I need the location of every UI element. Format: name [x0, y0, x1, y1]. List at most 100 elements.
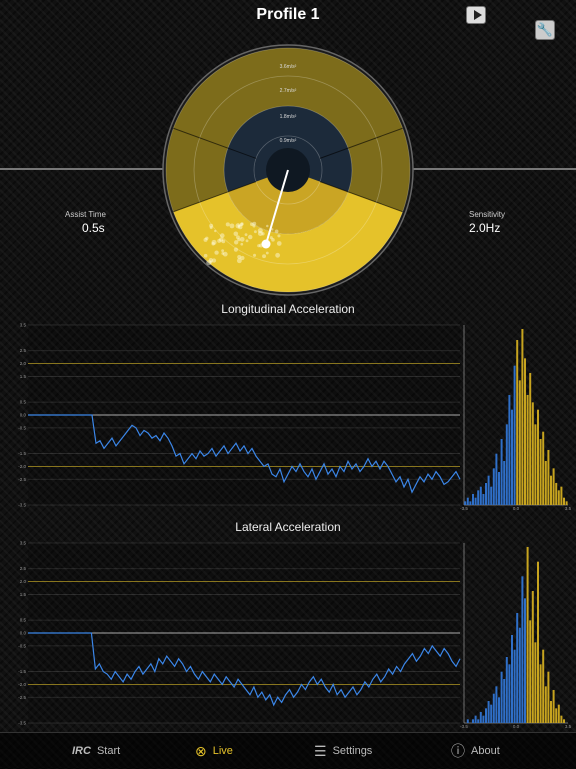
radar-ring-label: 1.8m/s² [280, 114, 297, 120]
radar-sample-dot [271, 238, 275, 242]
hist-bar [472, 719, 474, 723]
acceleration-radar: 3.6m/s² 2.7m/s² 1.8m/s² 0.9m/s² [162, 44, 414, 296]
radar-sample-dot [233, 247, 239, 252]
radar-sample-dot [239, 222, 244, 227]
hist-bar [537, 561, 539, 723]
hist-bar [474, 715, 477, 723]
hist-bar [526, 547, 529, 723]
radar-sample-dot [276, 241, 282, 246]
lateral-title: Lateral Acceleration [235, 520, 341, 534]
tab-live[interactable]: ⊗ Live [195, 741, 233, 761]
hist-bar [492, 468, 495, 505]
chart-y-tick-label: -3.5 [18, 503, 26, 508]
radar-sample-dot [211, 258, 217, 263]
hist-bar [466, 497, 469, 505]
hist-bar [492, 693, 495, 723]
hist-bar [557, 490, 560, 505]
tab-start-label: Start [96, 745, 121, 757]
hist-bar [516, 613, 519, 723]
hist-bar [560, 715, 563, 723]
assist-time-value[interactable]: 0.5s [82, 221, 105, 235]
hist-x-tick-label: 0.0 [513, 506, 520, 511]
radar-sample-dot [266, 224, 269, 228]
hist-bar [477, 719, 480, 723]
radar-sample-dot [257, 230, 263, 236]
chart-y-tick-label: 1.5 [20, 592, 27, 597]
radar-sample-dot [222, 251, 228, 257]
radar-sample-dot [239, 236, 245, 242]
hist-bar [495, 686, 498, 723]
hist-bar [498, 472, 500, 505]
hist-bar [487, 701, 490, 723]
hist-bar [542, 431, 545, 505]
hist-bar [485, 708, 487, 723]
hist-bar [565, 501, 568, 505]
hist-bar [508, 395, 511, 505]
chart-y-tick-label: 3.5 [20, 541, 27, 546]
radar-sample-dot [247, 234, 253, 240]
hist-bar [482, 494, 485, 505]
hist-bar [490, 704, 493, 723]
tab-live-label: Live [212, 745, 233, 757]
radar-sample-dot [219, 233, 225, 238]
chart-y-tick-label: 0.0 [20, 631, 27, 636]
hist-x-tick-label: 3.5 [565, 506, 572, 511]
chart-y-tick-label: -2.0 [18, 464, 26, 469]
tab-about[interactable]: ⓘ About [451, 741, 500, 761]
hist-bar [513, 649, 516, 723]
hist-bar [466, 719, 469, 723]
radar-ring-label: 2.7m/s² [280, 88, 297, 94]
chart-y-tick-label: 0.5 [20, 400, 27, 405]
tab-start[interactable]: IRC Start [72, 741, 120, 761]
hist-bar [479, 712, 482, 723]
hist-bar [474, 497, 477, 505]
hist-bar [563, 719, 565, 723]
hist-bar [534, 424, 537, 505]
settings-list-icon: ☰ [314, 743, 327, 759]
radar-sample-dot [233, 240, 239, 245]
hist-bar [521, 329, 524, 505]
hist-bar [464, 501, 467, 505]
radar-sample-dot [221, 249, 225, 253]
radar-sample-dot [277, 234, 281, 238]
hist-bar [500, 671, 503, 723]
radar-sample-dot [203, 237, 208, 242]
hist-bar [472, 494, 474, 505]
longitudinal-title: Longitudinal Acceleration [221, 302, 355, 316]
chart-y-tick-label: -2.5 [18, 477, 26, 482]
radar-ring-label: 0.9m/s² [280, 138, 297, 144]
chart-y-tick-label: 0.5 [20, 618, 27, 623]
hist-bar [544, 686, 547, 723]
hist-bar [542, 649, 545, 723]
hist-bar [511, 409, 513, 505]
hist-bar [563, 497, 565, 505]
sensitivity-value[interactable]: 2.0Hz [469, 221, 500, 235]
hist-bar [503, 461, 506, 505]
lateral-histogram: -3.5 0.0 3.5 [460, 543, 572, 729]
hist-bar [503, 679, 506, 723]
hist-bar [508, 664, 511, 723]
hist-bar [477, 490, 480, 505]
chart-y-tick-label: -0.5 [18, 643, 26, 648]
sensitivity-label: Sensitivity [469, 210, 506, 219]
chart-y-tick-label: 2.0 [20, 361, 27, 366]
hist-bar [469, 501, 472, 505]
hist-bar [531, 402, 534, 505]
tab-settings[interactable]: ☰ Settings [314, 741, 372, 761]
radar-sample-dot [225, 222, 230, 227]
hist-bar [544, 461, 547, 505]
hist-bar [560, 486, 563, 505]
hist-bar [511, 635, 513, 723]
irc-logo-icon: IRC [72, 744, 91, 757]
chart-y-tick-label: -2.5 [18, 695, 26, 700]
hist-bar [539, 664, 542, 723]
hist-bar [557, 704, 560, 723]
longitudinal-line-chart: 3.5 2.5 2.0 1.5 0.5 0.0 -0.5 -1.5 -2.0 -2.5 -3.5 [18, 323, 461, 508]
hist-bar [555, 708, 558, 723]
info-icon: ⓘ [451, 743, 465, 759]
hist-bar [555, 483, 558, 505]
hist-bar [526, 395, 529, 505]
radar-sample-dot [214, 229, 217, 233]
hist-bar [550, 475, 552, 505]
radar-sample-dot [240, 242, 244, 246]
